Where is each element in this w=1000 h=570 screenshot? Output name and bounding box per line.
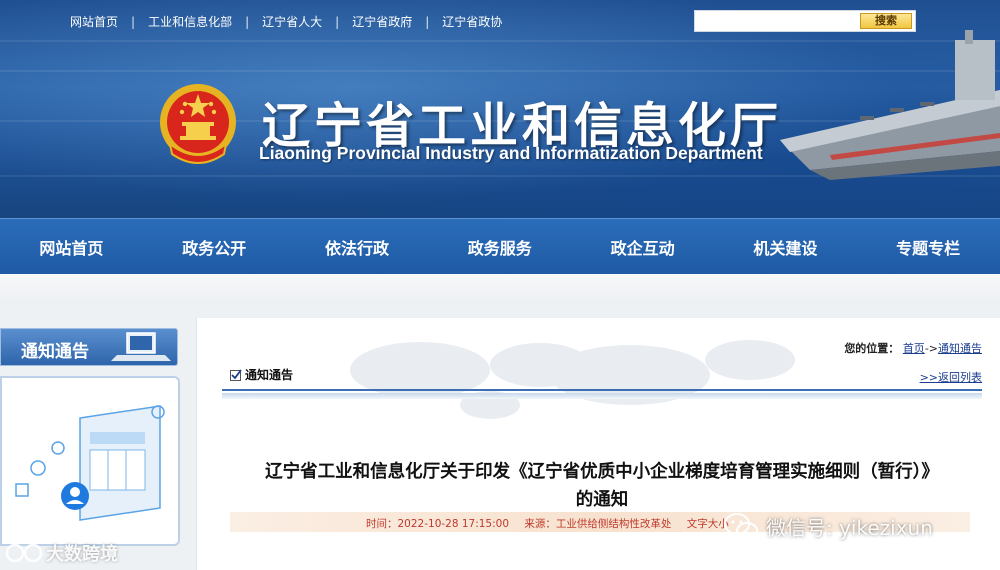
breadcrumb-label: 您的位置： (844, 342, 900, 355)
nav-item-services[interactable]: 政务服务 (428, 235, 571, 259)
watermark-right: 微信号: yikezixun (724, 512, 933, 541)
site-title-english: Liaoning Provincial Industry and Informa… (259, 143, 763, 163)
nav-item-law-administration[interactable]: 依法行政 (286, 235, 429, 259)
sidebar-title: 通知通告 (21, 342, 89, 362)
wechat-icon (724, 512, 758, 540)
separator: | (245, 14, 250, 29)
breadcrumb-arrow: -> (924, 342, 938, 355)
separator: | (335, 14, 340, 29)
section-divider-shadow (222, 393, 982, 399)
toplink-miit[interactable]: 工业和信息化部 (148, 13, 232, 30)
site-header: 网站首页 | 工业和信息化部 | 辽宁省人大 | 辽宁省政府 | 辽宁省政协 搜… (0, 0, 1000, 218)
nav-item-home[interactable]: 网站首页 (0, 235, 143, 259)
toplink-cppcc[interactable]: 辽宁省政协 (442, 13, 502, 30)
article-title-line-2: 的通知 (575, 490, 629, 510)
back-to-list-link[interactable]: >>返回列表 (920, 369, 982, 385)
brand-logo-icon (5, 543, 43, 563)
article-title: 辽宁省工业和信息化厅关于印发《辽宁省优质中小企业梯度培育管理实施细则（暂行）》 … (222, 458, 982, 514)
nav-item-government-affairs[interactable]: 政务公开 (143, 235, 286, 259)
watermark-left: 大数跨境 (4, 540, 118, 566)
watermark-left-text: 大数跨境 (46, 544, 118, 565)
separator: | (131, 14, 136, 29)
sidebar-header: 通知通告 (0, 328, 178, 366)
main-nav: 网站首页 政务公开 依法行政 政务服务 政企互动 机关建设 专题专栏 (0, 218, 1000, 274)
article-source: 来源：工业供给侧结构性改革处 (524, 518, 672, 530)
separator: | (425, 14, 430, 29)
toplink-npc[interactable]: 辽宁省人大 (262, 13, 322, 30)
world-map-watermark (350, 340, 795, 419)
breadcrumb-home[interactable]: 首页 (903, 342, 925, 355)
sidebar-panel (0, 376, 180, 546)
divider-band (0, 274, 1000, 300)
nav-item-special-topics[interactable]: 专题专栏 (857, 235, 1000, 259)
toplink-home[interactable]: 网站首页 (70, 13, 118, 30)
search-button[interactable]: 搜索 (860, 13, 912, 29)
nav-item-organization[interactable]: 机关建设 (714, 235, 857, 259)
checkbox-icon (230, 368, 242, 381)
aircraft-carrier-image (780, 30, 1000, 180)
section-title: 通知通告 (245, 368, 294, 382)
top-links: 网站首页 | 工业和信息化部 | 辽宁省人大 | 辽宁省政府 | 辽宁省政协 (70, 13, 502, 30)
computer-illustration-icon (15, 405, 165, 521)
breadcrumb-current[interactable]: 通知通告 (938, 342, 982, 355)
article-meta: 时间：2022-10-28 17:15:00 来源：工业供给侧结构性改革处 文字… (366, 516, 741, 531)
article-title-line-1: 辽宁省工业和信息化厅关于印发《辽宁省优质中小企业梯度培育管理实施细则（暂行）》 (265, 462, 939, 482)
font-size-control[interactable]: 文字大小 (687, 518, 729, 530)
national-emblem-icon (160, 84, 236, 164)
toplink-gov[interactable]: 辽宁省政府 (352, 13, 412, 30)
section-header: 通知通告 (230, 366, 293, 383)
breadcrumb: 您的位置： 首页->通知通告 (844, 340, 982, 356)
section-divider (222, 389, 982, 391)
nav-item-interaction[interactable]: 政企互动 (571, 235, 714, 259)
laptop-icon (111, 332, 171, 361)
watermark-right-text: 微信号: yikezixun (766, 516, 933, 540)
publish-time: 时间：2022-10-28 17:15:00 (366, 518, 510, 530)
